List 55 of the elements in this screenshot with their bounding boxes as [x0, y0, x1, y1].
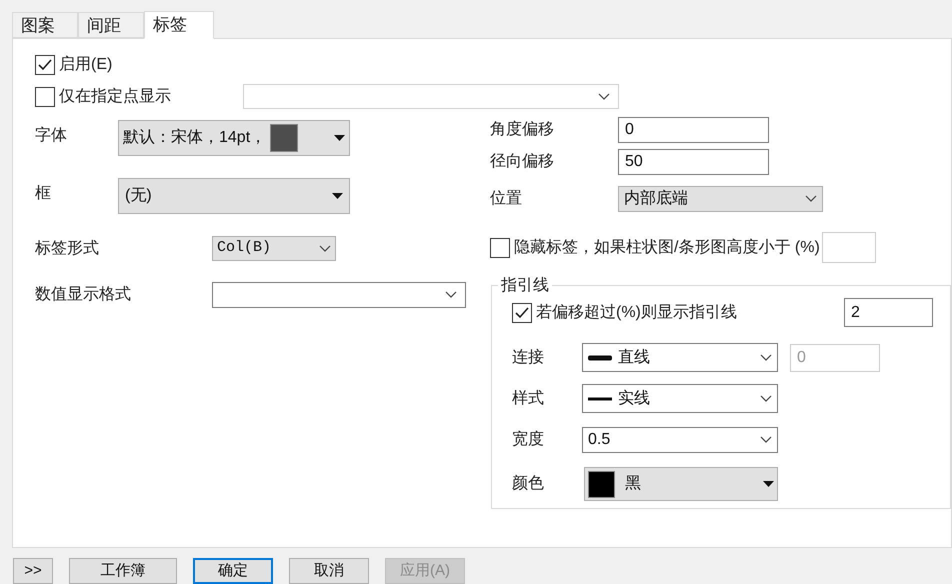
color-swatch	[588, 470, 615, 498]
chevron-down-icon	[760, 394, 772, 402]
font-dropdown[interactable]: 默认：宋体，14pt，	[118, 120, 350, 156]
chevron-down-icon	[319, 244, 331, 252]
checkbox[interactable]	[35, 86, 55, 106]
field-label: 颜色	[512, 474, 545, 494]
dropdown[interactable]: 内部底端	[618, 186, 823, 212]
dialog-button[interactable]: 取消	[289, 558, 369, 584]
tab[interactable]: 间距	[78, 12, 144, 38]
dropdown[interactable]: 实线	[582, 384, 778, 413]
dialog-button[interactable]: 确定	[193, 558, 273, 584]
line-sample-icon	[588, 396, 612, 402]
checkbox-label: 启用(E)	[59, 54, 112, 75]
input-field[interactable]: 2	[844, 298, 933, 327]
dropdown[interactable]	[212, 282, 466, 308]
dropdown[interactable]: Col(B)	[212, 236, 336, 261]
triangle-down-icon	[334, 135, 345, 141]
field-label: 数值显示格式	[35, 284, 132, 305]
dialog-button[interactable]: >>	[13, 558, 53, 584]
field-label: 字体	[35, 126, 68, 146]
tab[interactable]: 标签	[144, 11, 214, 39]
frame-dropdown[interactable]: (无)	[118, 178, 350, 214]
field-label: 宽度	[512, 430, 545, 450]
checkbox[interactable]	[35, 55, 55, 75]
field-label: 角度偏移	[490, 120, 555, 140]
input-field[interactable]	[822, 232, 876, 263]
field-label: 标签形式	[35, 238, 100, 258]
input-field[interactable]: 50	[618, 149, 769, 175]
checkbox-label: 若偏移超过(%)则显示指引线	[536, 302, 737, 322]
field-label: 框	[35, 184, 52, 204]
chevron-down-icon	[805, 195, 817, 203]
checkbox[interactable]	[512, 302, 532, 322]
tab[interactable]: 图案	[12, 12, 78, 38]
chevron-down-icon	[445, 291, 457, 299]
checkbox[interactable]	[490, 238, 510, 258]
dropdown[interactable]: 直线	[582, 343, 778, 372]
check-icon	[515, 306, 529, 318]
checkbox-label: 仅在指定点显示	[59, 86, 171, 106]
checkbox-label: 隐藏标签，如果柱状图/条形图高度小于 (%)	[514, 238, 820, 258]
triangle-down-icon	[332, 193, 343, 199]
chevron-down-icon	[760, 436, 772, 444]
field-label: 样式	[512, 388, 545, 408]
input-field[interactable]: 0	[618, 117, 769, 143]
field-label: 径向偏移	[490, 152, 555, 172]
color-dropdown[interactable]: 黑	[584, 467, 778, 501]
dialog-button[interactable]: 工作簿	[69, 558, 177, 584]
chevron-down-icon	[598, 92, 610, 100]
field-label: 位置	[490, 189, 523, 209]
dropdown[interactable]: 0.5	[582, 427, 778, 453]
chevron-down-icon	[760, 354, 772, 362]
field-label: 连接	[512, 348, 545, 368]
triangle-down-icon	[763, 481, 774, 487]
check-icon	[38, 59, 52, 71]
color-swatch	[270, 124, 298, 152]
line-sample-icon	[588, 354, 612, 360]
